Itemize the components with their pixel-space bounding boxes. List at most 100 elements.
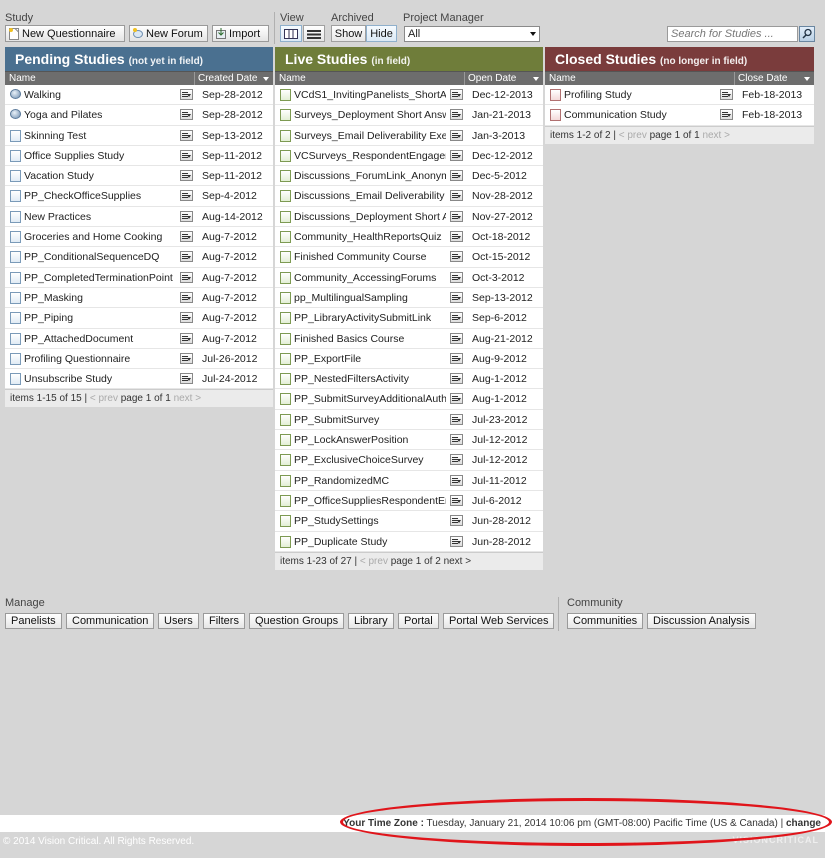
table-row[interactable]: PP_Duplicate Study Jun-28-2012 bbox=[275, 531, 543, 552]
study-name-link[interactable]: PP_Masking bbox=[24, 292, 176, 304]
row-menu-button[interactable] bbox=[450, 332, 463, 344]
project-manager-select[interactable]: All bbox=[404, 26, 540, 42]
row-menu-button[interactable] bbox=[450, 291, 463, 303]
table-row[interactable]: VCdS1_InvitingPanelists_ShortAn... Dec-12… bbox=[275, 85, 543, 106]
table-row[interactable]: PP_Masking Aug-7-2012 bbox=[5, 287, 273, 309]
study-name-link[interactable]: Finished Community Course bbox=[294, 251, 446, 263]
study-name-link[interactable]: Profiling Study bbox=[564, 89, 716, 101]
live-col-name[interactable]: Name bbox=[279, 73, 306, 84]
row-menu-button[interactable] bbox=[180, 352, 193, 364]
study-name-link[interactable]: Yoga and Pilates bbox=[24, 109, 176, 121]
search-button[interactable] bbox=[799, 26, 815, 42]
live-next-link[interactable]: next > bbox=[444, 556, 472, 567]
study-name-link[interactable]: PP_AttachedDocument bbox=[24, 333, 176, 345]
row-menu-button[interactable] bbox=[180, 190, 193, 202]
row-menu-button[interactable] bbox=[720, 89, 733, 100]
table-row[interactable]: Profiling Questionnaire Jul-26-2012 bbox=[5, 348, 273, 370]
row-menu-button[interactable] bbox=[180, 89, 193, 100]
study-name-link[interactable]: Skinning Test bbox=[24, 130, 176, 142]
table-row[interactable]: PP_ExclusiveChoiceSurvey Jul-12-2012 bbox=[275, 450, 543, 471]
closed-next-link[interactable]: next > bbox=[702, 130, 730, 141]
study-name-link[interactable]: Vacation Study bbox=[24, 170, 176, 182]
pending-col-date[interactable]: Created Date bbox=[198, 73, 257, 84]
manage-button-users[interactable]: Users bbox=[158, 613, 199, 629]
table-row[interactable]: PP_SubmitSurveyAdditionalAutho... Aug-1-2… bbox=[275, 389, 543, 410]
community-button-discussion-analysis[interactable]: Discussion Analysis bbox=[647, 613, 756, 629]
row-menu-button[interactable] bbox=[450, 251, 463, 263]
row-menu-button[interactable] bbox=[450, 149, 463, 161]
row-menu-button[interactable] bbox=[450, 210, 463, 222]
row-menu-button[interactable] bbox=[450, 494, 463, 506]
row-menu-button[interactable] bbox=[450, 454, 463, 466]
table-row[interactable]: PP_NestedFiltersActivity Aug-1-2012 bbox=[275, 369, 543, 390]
pending-prev-link[interactable]: < prev bbox=[90, 393, 118, 404]
archived-hide-button[interactable]: Hide bbox=[366, 25, 397, 42]
table-row[interactable]: Surveys_Deployment Short Answ... Jan-21-2… bbox=[275, 105, 543, 126]
table-row[interactable]: Groceries and Home Cooking Aug-7-2012 bbox=[5, 227, 273, 248]
live-prev-link[interactable]: < prev bbox=[360, 556, 388, 567]
row-menu-button[interactable] bbox=[450, 352, 463, 364]
row-menu-button[interactable] bbox=[450, 373, 463, 385]
table-row[interactable]: PP_CheckOfficeSupplies Sep-4-2012 bbox=[5, 186, 273, 207]
study-name-link[interactable]: Community_HealthReportsQuiz bbox=[294, 231, 446, 243]
table-row[interactable]: Vacation Study Sep-11-2012 bbox=[5, 166, 273, 187]
table-row[interactable]: PP_Piping Aug-7-2012 bbox=[5, 308, 273, 329]
table-row[interactable]: PP_ExportFile Aug-9-2012 bbox=[275, 348, 543, 370]
pending-next-link[interactable]: next > bbox=[174, 393, 202, 404]
table-row[interactable]: PP_SubmitSurvey Jul-23-2012 bbox=[275, 409, 543, 431]
table-row[interactable]: Walking Sep-28-2012 bbox=[5, 85, 273, 106]
study-name-link[interactable]: pp_MultilingualSampling bbox=[294, 292, 446, 304]
table-row[interactable]: Finished Community Course Oct-15-2012 bbox=[275, 247, 543, 268]
manage-button-library[interactable]: Library bbox=[348, 613, 394, 629]
row-menu-button[interactable] bbox=[450, 515, 463, 527]
study-name-link[interactable]: PP_CheckOfficeSupplies bbox=[24, 190, 176, 202]
study-name-link[interactable]: VCdS1_InvitingPanelists_ShortAn... bbox=[294, 89, 446, 101]
row-menu-button[interactable] bbox=[450, 109, 463, 121]
table-row[interactable]: PP_ConditionalSequenceDQ Aug-7-2012 bbox=[5, 247, 273, 268]
study-name-link[interactable]: PP_SubmitSurvey bbox=[294, 414, 446, 426]
row-menu-button[interactable] bbox=[180, 251, 193, 263]
table-row[interactable]: Skinning Test Sep-13-2012 bbox=[5, 125, 273, 146]
table-row[interactable]: Community_AccessingForums Oct-3-2012 bbox=[275, 267, 543, 288]
row-menu-button[interactable] bbox=[450, 474, 463, 486]
row-menu-button[interactable] bbox=[180, 210, 193, 222]
table-row[interactable]: Profiling Study Feb-18-2013 bbox=[545, 85, 814, 106]
study-name-link[interactable]: PP_OfficeSuppliesRespondentEn... bbox=[294, 495, 446, 507]
study-name-link[interactable]: PP_SubmitSurveyAdditionalAutho... bbox=[294, 393, 446, 405]
table-row[interactable]: PP_AttachedDocument Aug-7-2012 bbox=[5, 328, 273, 349]
row-menu-button[interactable] bbox=[450, 231, 463, 243]
table-row[interactable]: Communication Study Feb-18-2013 bbox=[545, 105, 814, 126]
study-name-link[interactable]: VCSurveys_RespondentEngagem... bbox=[294, 150, 446, 162]
community-button-communities[interactable]: Communities bbox=[567, 613, 644, 629]
manage-button-communication[interactable]: Communication bbox=[66, 613, 155, 629]
row-menu-button[interactable] bbox=[450, 170, 463, 182]
study-name-link[interactable]: PP_ExclusiveChoiceSurvey bbox=[294, 454, 446, 466]
import-button[interactable]: Import bbox=[212, 25, 269, 42]
live-col-date[interactable]: Open Date bbox=[468, 73, 516, 84]
row-menu-button[interactable] bbox=[180, 149, 193, 161]
study-name-link[interactable]: PP_StudySettings bbox=[294, 515, 446, 527]
study-name-link[interactable]: Communication Study bbox=[564, 109, 716, 121]
table-row[interactable]: Yoga and Pilates Sep-28-2012 bbox=[5, 105, 273, 126]
table-row[interactable]: Finished Basics Course Aug-21-2012 bbox=[275, 328, 543, 349]
manage-button-portal[interactable]: Portal bbox=[398, 613, 439, 629]
study-name-link[interactable]: PP_NestedFiltersActivity bbox=[294, 373, 446, 385]
row-menu-button[interactable] bbox=[450, 312, 463, 324]
row-menu-button[interactable] bbox=[180, 271, 193, 283]
table-row[interactable]: Office Supplies Study Sep-11-2012 bbox=[5, 145, 273, 167]
manage-button-portal-web-services[interactable]: Portal Web Services bbox=[443, 613, 555, 629]
new-forum-button[interactable]: New Forum bbox=[129, 25, 208, 42]
study-name-link[interactable]: Surveys_Deployment Short Answ... bbox=[294, 109, 446, 121]
table-row[interactable]: PP_OfficeSuppliesRespondentEn... Jul-6-20… bbox=[275, 490, 543, 512]
table-row[interactable]: PP_RandomizedMC Jul-11-2012 bbox=[275, 470, 543, 491]
closed-prev-link[interactable]: < prev bbox=[619, 130, 647, 141]
table-row[interactable]: PP_LockAnswerPosition Jul-12-2012 bbox=[275, 430, 543, 451]
row-menu-button[interactable] bbox=[180, 129, 193, 141]
study-name-link[interactable]: Discussions_Deployment Short A... bbox=[294, 211, 446, 223]
row-menu-button[interactable] bbox=[450, 413, 463, 425]
table-row[interactable]: Surveys_Email Deliverability Exe... Jan-3… bbox=[275, 125, 543, 146]
study-name-link[interactable]: PP_Duplicate Study bbox=[294, 536, 446, 548]
column-view-button[interactable] bbox=[280, 25, 302, 42]
search-studies-input[interactable]: Search for Studies ... bbox=[667, 26, 798, 42]
row-menu-button[interactable] bbox=[180, 373, 193, 385]
